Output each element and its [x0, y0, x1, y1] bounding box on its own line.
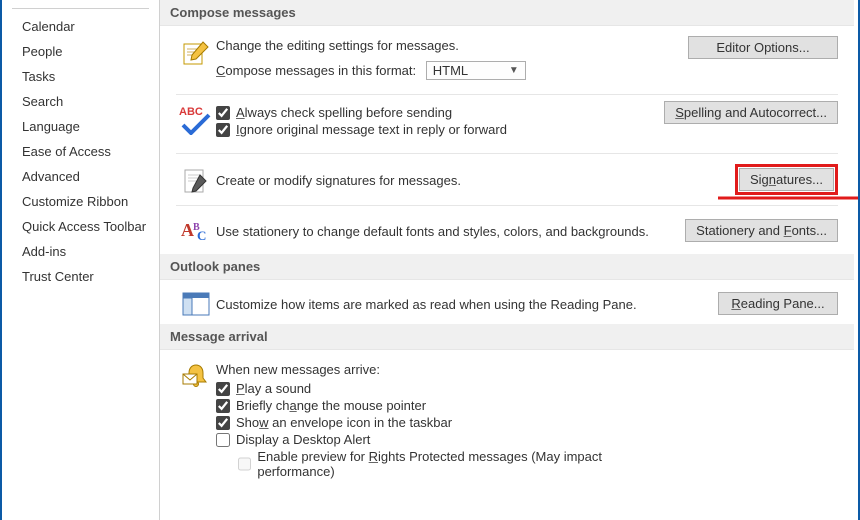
sidebar-item-calendar[interactable]: Calendar — [2, 14, 159, 39]
ignore-original-checkbox[interactable]: Ignore original message text in reply or… — [216, 122, 663, 137]
reading-pane-icon — [182, 292, 210, 316]
sidebar-item-ease-of-access[interactable]: Ease of Access — [2, 139, 159, 164]
sidebar-item-people[interactable]: People — [2, 39, 159, 64]
svg-text:ABC: ABC — [179, 106, 203, 118]
reading-pane-button[interactable]: Reading Pane... — [718, 292, 838, 315]
section-header-arrival: Message arrival — [160, 324, 854, 350]
compose-format-label: Compose messages in this format: — [216, 63, 416, 78]
compose-editing-desc: Change the editing settings for messages… — [216, 38, 663, 53]
stationery-desc: Use stationery to change default fonts a… — [216, 224, 649, 239]
sidebar-item-search[interactable]: Search — [2, 89, 159, 114]
options-sidebar: Calendar People Tasks Search Language Ea… — [2, 0, 160, 520]
chevron-down-icon: ▼ — [509, 65, 519, 76]
signatures-button[interactable]: Signatures... — [739, 168, 834, 191]
rights-protected-checkbox: Enable preview for Rights Protected mess… — [216, 449, 663, 479]
spelling-autocorrect-button[interactable]: Spelling and Autocorrect... — [664, 101, 838, 124]
change-mouse-checkbox[interactable]: Briefly change the mouse pointer — [216, 398, 663, 413]
sidebar-item-quick-access-toolbar[interactable]: Quick Access Toolbar — [2, 214, 159, 239]
sidebar-item-tasks[interactable]: Tasks — [2, 64, 159, 89]
reading-pane-desc: Customize how items are marked as read w… — [216, 297, 637, 312]
sidebar-item-language[interactable]: Language — [2, 114, 159, 139]
signature-icon — [182, 167, 210, 195]
section-header-panes: Outlook panes — [160, 254, 854, 280]
play-sound-checkbox[interactable]: Play a sound — [216, 381, 663, 396]
compose-format-select[interactable]: HTML ▼ — [426, 61, 526, 80]
spellcheck-icon: ABC — [179, 103, 213, 135]
sidebar-item-trust-center[interactable]: Trust Center — [2, 264, 159, 289]
signatures-desc: Create or modify signatures for messages… — [216, 173, 461, 188]
svg-text:C: C — [197, 228, 206, 243]
stationery-icon: A B C — [181, 218, 211, 244]
compose-icon — [181, 38, 211, 68]
editor-options-button[interactable]: Editor Options... — [688, 36, 838, 59]
section-header-compose: Compose messages — [160, 0, 854, 26]
options-main-panel: Compose messages Change the — [160, 0, 858, 520]
signatures-highlight: Signatures... — [735, 164, 838, 195]
envelope-icon-checkbox[interactable]: Show an envelope icon in the taskbar — [216, 415, 663, 430]
arrival-intro: When new messages arrive: — [216, 362, 663, 377]
desktop-alert-checkbox[interactable]: Display a Desktop Alert — [216, 432, 663, 447]
sidebar-item-customize-ribbon[interactable]: Customize Ribbon — [2, 189, 159, 214]
stationery-fonts-button[interactable]: Stationery and Fonts... — [685, 219, 838, 242]
sidebar-item-advanced[interactable]: Advanced — [2, 164, 159, 189]
always-check-spelling-checkbox[interactable]: Always check spelling before sending — [216, 105, 663, 120]
sidebar-item-add-ins[interactable]: Add-ins — [2, 239, 159, 264]
message-arrival-icon — [181, 362, 211, 388]
